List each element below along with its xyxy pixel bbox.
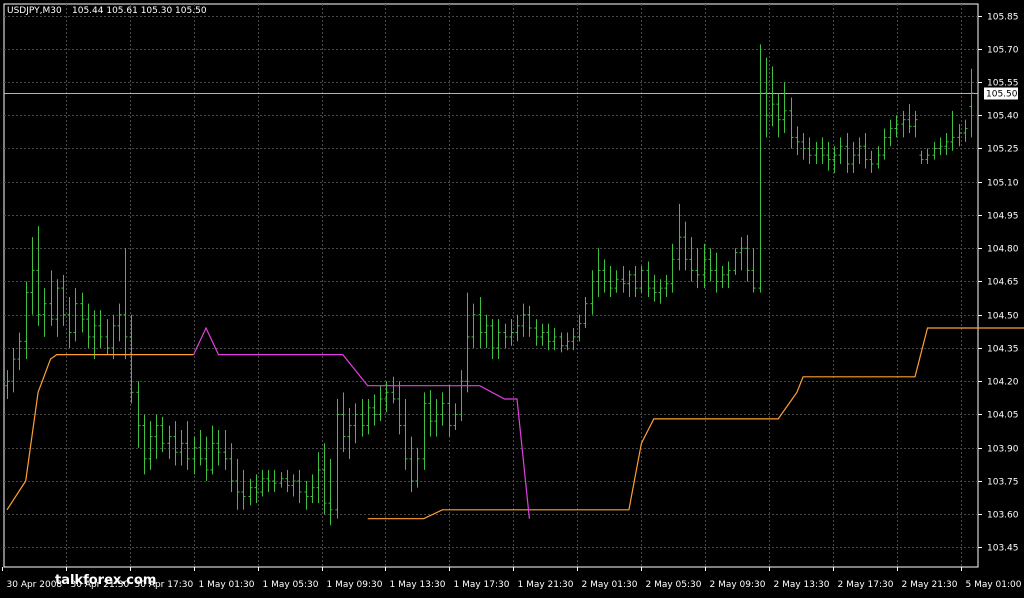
price-tick-label: 104.35 [987, 345, 1019, 355]
time-tick-label: 2 May 01:30 [582, 580, 638, 590]
price-tick-label: 104.95 [987, 212, 1019, 222]
price-tick-label: 105.10 [987, 179, 1019, 189]
time-tick-label: 2 May 17:30 [838, 580, 894, 590]
time-tick-label: 5 May 01:00 [966, 580, 1022, 590]
price-tick-label: 105.85 [987, 13, 1019, 23]
price-tick-label: 105.40 [987, 112, 1019, 122]
time-tick-label: 1 May 21:30 [518, 580, 574, 590]
time-tick-label: 2 May 13:30 [774, 580, 830, 590]
price-tick-label: 104.20 [987, 378, 1019, 388]
price-tick-label: 104.50 [987, 312, 1019, 322]
price-tick-label: 103.45 [987, 544, 1019, 554]
price-tick-label: 104.05 [987, 411, 1019, 421]
time-tick-label: 2 May 05:30 [646, 580, 702, 590]
time-tick-label: 2 May 09:30 [710, 580, 766, 590]
price-tick-label: 104.80 [987, 245, 1019, 255]
time-tick-label: 2 May 21:30 [902, 580, 958, 590]
chart-background [0, 0, 1024, 594]
time-tick-label: 1 May 01:30 [199, 580, 255, 590]
chart-canvas: 105.85 105.70 105.55 105.40 105.25 105.10 104.… [0, 0, 1024, 594]
price-tick-label: 104.65 [987, 278, 1019, 288]
price-tick-label: 105.25 [987, 145, 1019, 155]
price-tick-label: 103.60 [987, 511, 1019, 521]
price-tick-label: 105.55 [987, 79, 1019, 89]
ohlc-label: 105.44 105.61 105.30 105.50 [72, 6, 207, 16]
symbol-label: USDJPY,M30 [7, 6, 62, 16]
time-tick-label: 1 May 05:30 [263, 580, 319, 590]
price-tick-label: 105.70 [987, 46, 1019, 56]
watermark: talkforex.com [55, 573, 156, 588]
price-tick-label: 103.90 [987, 445, 1019, 455]
time-tick-label: 1 May 13:30 [390, 580, 446, 590]
time-tick-label: 1 May 17:30 [454, 580, 510, 590]
time-tick-label: 1 May 09:30 [327, 580, 383, 590]
price-tick-label: 103.75 [987, 478, 1019, 488]
price-chart[interactable]: 105.85 105.70 105.55 105.40 105.25 105.10 104.… [0, 0, 1024, 594]
current-price-value: 105.50 [986, 90, 1018, 100]
